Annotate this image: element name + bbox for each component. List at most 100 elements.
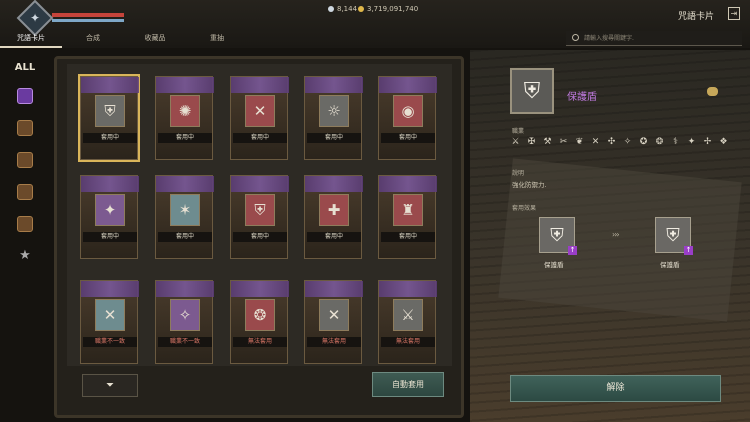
hp-bar — [52, 13, 124, 17]
card-status-label: 套用中 — [381, 133, 435, 143]
job-icons: ⚔ ✠ ⚒ ✂ ❦ ✕ ✣ ✧ ✪ ❂ ⚕ ✦ ✢ ❖ — [509, 136, 730, 149]
mp-bar — [52, 19, 124, 22]
card-emblem-icon: ❂ — [245, 299, 275, 331]
effect-label: 套用效果 — [512, 205, 537, 212]
card-emblem-icon: ✶ — [170, 194, 200, 226]
spell-card[interactable]: ☼ 套用中 — [304, 76, 363, 160]
card-emblem-icon: ♜ — [393, 194, 423, 226]
job-class-icon: ⚔ — [511, 137, 520, 147]
card-portrait — [305, 77, 363, 93]
upgrade-icon: ↑ — [568, 246, 577, 255]
sidebar-item-all[interactable]: ALL — [10, 62, 40, 78]
spell-card[interactable]: ✕ 職業不一致 — [80, 280, 139, 364]
diamond-icon — [328, 6, 334, 12]
detail-emblem-icon: ⛨ — [510, 68, 554, 114]
spell-card[interactable]: ✧ 職業不一致 — [155, 280, 214, 364]
sidebar-item-gold-icon[interactable] — [17, 216, 33, 232]
card-status-label: 職業不一致 — [83, 337, 137, 347]
card-emblem-icon: ⛨ — [95, 95, 125, 127]
card-emblem-icon: ◉ — [393, 95, 423, 127]
spell-card[interactable]: ✦ 套用中 — [80, 175, 139, 259]
job-class-icon: ⚕ — [673, 137, 678, 147]
card-status-label: 職業不一致 — [158, 337, 212, 347]
card-portrait — [379, 77, 437, 93]
spell-card[interactable]: ❂ 無法套用 — [230, 280, 289, 364]
effect-to-label: 保護盾 — [660, 261, 680, 269]
avatar-icon: ✦ — [29, 11, 41, 25]
desc-label: 說明 — [512, 170, 525, 177]
job-class-icon: ✦ — [687, 137, 696, 147]
card-status-label: 套用中 — [233, 133, 287, 143]
job-class-icon: ✂ — [559, 137, 568, 147]
card-emblem-icon: ⚔ — [393, 299, 423, 331]
tab-reroll[interactable]: 重抽 — [186, 30, 248, 48]
search-input[interactable]: 請輸入搜尋關鍵字. — [566, 31, 742, 46]
auto-apply-button[interactable]: 自動套用 — [372, 372, 444, 397]
currency-diamond: 8,144 — [328, 5, 357, 13]
card-emblem-icon: ☼ — [319, 95, 349, 127]
upgrade-icon: ↑ — [684, 246, 693, 255]
card-portrait — [81, 77, 139, 93]
tab-bar: 咒語卡片 合成 收藏品 重抽 — [0, 30, 248, 48]
effect-from-shield-icon: ⛨ ↑ — [539, 217, 577, 255]
tab-spell-cards[interactable]: 咒語卡片 — [0, 30, 62, 48]
spell-card[interactable]: ✚ 套用中 — [304, 175, 363, 259]
top-bar: ✦ 8,144 3,719,091,740 咒語卡片 ⇥ 咒語卡片 合成 收藏品… — [0, 0, 750, 48]
gold-count: 3,719,091,740 — [367, 5, 419, 13]
card-status-label: 套用中 — [381, 232, 435, 242]
spell-card[interactable]: ♜ 套用中 — [378, 175, 437, 259]
spell-card[interactable]: ✕ 無法套用 — [304, 280, 363, 364]
spell-card[interactable]: ✺ 套用中 — [155, 76, 214, 160]
card-status-label: 套用中 — [83, 232, 137, 242]
effect-from-label: 保護盾 — [544, 261, 564, 269]
currency-gold: 3,719,091,740 — [358, 5, 418, 13]
job-label: 職業 — [512, 128, 525, 135]
job-class-icon: ❂ — [655, 137, 664, 147]
card-status-label: 套用中 — [158, 232, 212, 242]
spell-card[interactable]: ✕ 套用中 — [230, 76, 289, 160]
tab-collection[interactable]: 收藏品 — [124, 30, 186, 48]
card-portrait — [81, 176, 139, 192]
job-class-icon: ✣ — [607, 137, 616, 147]
card-portrait — [305, 176, 363, 192]
filter-button[interactable]: ⏷ — [82, 374, 138, 397]
page-title: 咒語卡片 — [677, 12, 714, 22]
sidebar-item-blue-icon[interactable] — [17, 152, 33, 168]
card-status-label: 套用中 — [158, 133, 212, 143]
card-status-label: 套用中 — [307, 133, 361, 143]
card-emblem-icon: ✕ — [95, 299, 125, 331]
card-portrait — [231, 176, 289, 192]
spell-card[interactable]: ⛨ 套用中 — [80, 76, 139, 160]
sidebar-item-red-icon[interactable] — [17, 120, 33, 136]
spell-card[interactable]: ✶ 套用中 — [155, 175, 214, 259]
release-button[interactable]: 解除 — [510, 375, 721, 402]
card-portrait — [156, 77, 214, 93]
card-portrait — [379, 281, 437, 297]
job-class-icon: ⚒ — [543, 137, 552, 147]
card-status-label: 無法套用 — [307, 337, 361, 347]
favorite-icon[interactable] — [707, 87, 718, 96]
sidebar-item-green-icon[interactable] — [17, 184, 33, 200]
card-portrait — [305, 281, 363, 297]
detail-name: 保護盾 — [567, 92, 597, 103]
card-portrait — [231, 77, 289, 93]
search-icon — [572, 34, 579, 41]
spell-card[interactable]: ◉ 套用中 — [378, 76, 437, 160]
job-class-icon: ✕ — [591, 137, 600, 147]
sidebar-item-purple-icon[interactable] — [17, 88, 33, 104]
card-emblem-icon: ✕ — [319, 299, 349, 331]
diamond-count: 8,144 — [337, 5, 358, 13]
job-class-icon: ✧ — [623, 137, 632, 147]
spell-card[interactable]: ⚔ 無法套用 — [378, 280, 437, 364]
tab-synthesis[interactable]: 合成 — [62, 30, 124, 48]
card-status-label: 套用中 — [307, 232, 361, 242]
card-portrait — [156, 176, 214, 192]
card-emblem-icon: ✦ — [95, 194, 125, 226]
card-emblem-icon: ✺ — [170, 95, 200, 127]
sidebar-favorite-star-icon[interactable]: ★ — [17, 248, 33, 264]
job-class-icon: ❖ — [719, 137, 728, 147]
spell-card[interactable]: ⛨ 套用中 — [230, 175, 289, 259]
exit-icon[interactable]: ⇥ — [728, 7, 740, 20]
card-emblem-icon: ✕ — [245, 95, 275, 127]
arrow-icon: ››› — [612, 230, 620, 239]
